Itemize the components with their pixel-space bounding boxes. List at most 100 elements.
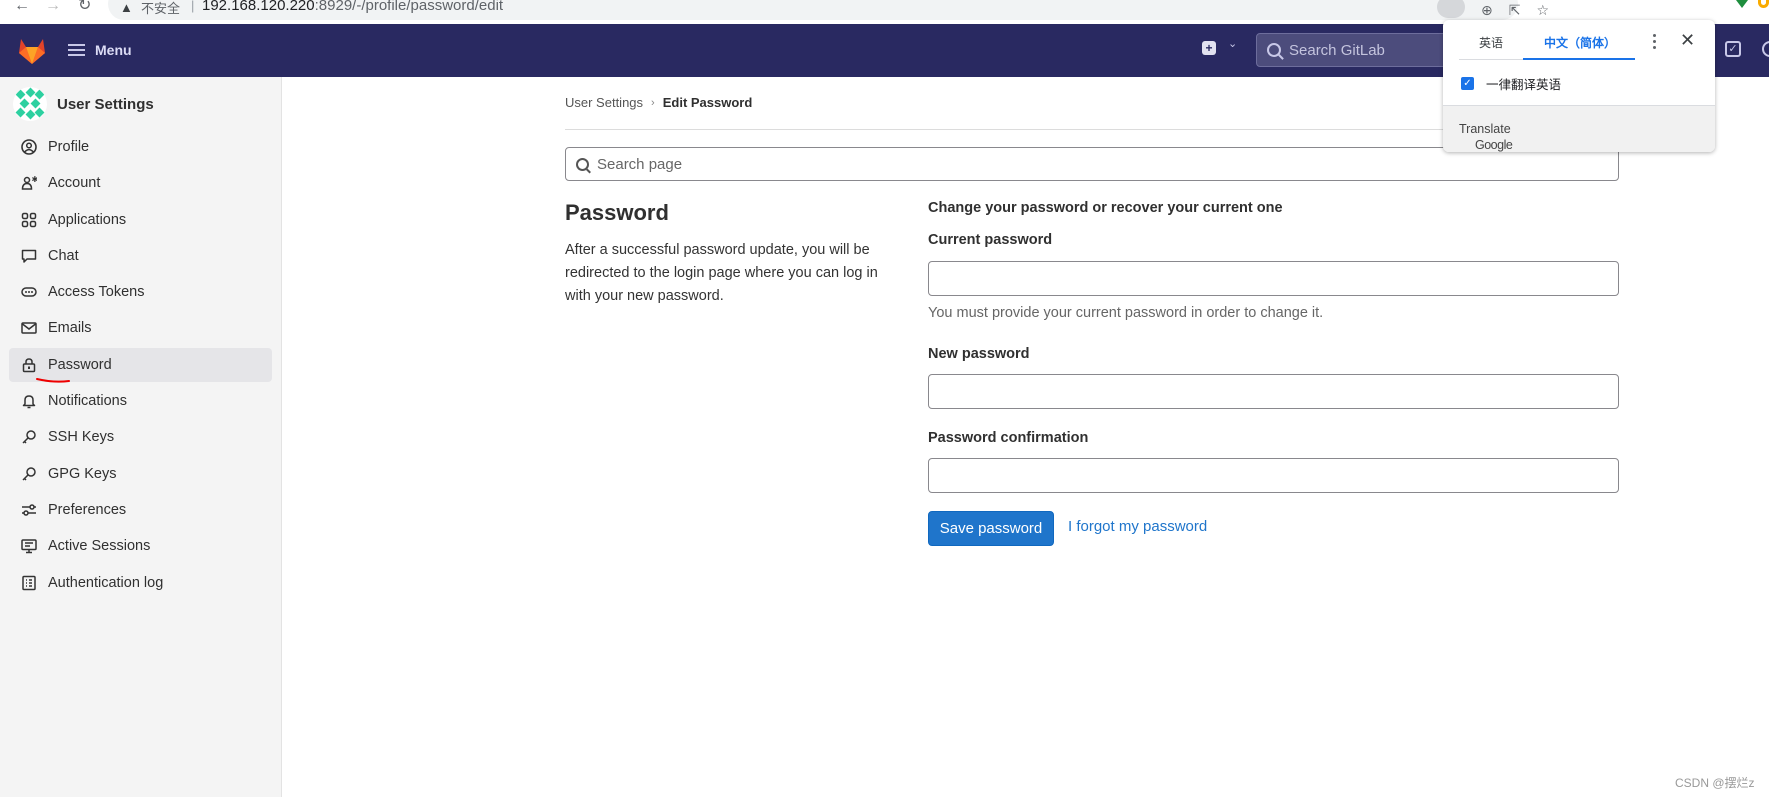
search-page-field[interactable] <box>565 147 1619 181</box>
sidebar-item-label: Emails <box>48 320 92 337</box>
google-wordmark: Google <box>1475 138 1513 152</box>
separator: | <box>191 0 195 13</box>
sidebar-item-label: Active Sessions <box>48 538 151 555</box>
sidebar-header[interactable]: User Settings <box>13 87 154 121</box>
url-text[interactable]: 192.168.120.220:8929/-/profile/password/… <box>202 0 503 14</box>
mail-icon <box>21 320 37 336</box>
search-icon <box>576 157 589 171</box>
new-password-input[interactable] <box>929 375 1618 408</box>
sidebar-item-label: Notifications <box>48 393 127 410</box>
profile-icon <box>21 139 37 155</box>
sidebar-item-active-sessions[interactable]: Active Sessions <box>9 529 272 563</box>
sidebar-item-applications[interactable]: Applications <box>9 203 272 237</box>
security-label[interactable]: 不安全 <box>141 0 180 17</box>
translate-footer: Google Translate <box>1443 105 1715 152</box>
plus-square-icon[interactable]: + <box>1202 41 1216 55</box>
save-password-button[interactable]: Save password <box>928 511 1054 546</box>
active-tab-indicator <box>1523 58 1635 60</box>
sidebar-item-access-tokens[interactable]: Access Tokens <box>9 275 272 309</box>
sidebar-nav: Profile ✱ Account Applications Chat Acce… <box>9 130 272 602</box>
forgot-password-link[interactable]: I forgot my password <box>1068 518 1207 535</box>
sidebar-item-gpg-keys[interactable]: GPG Keys <box>9 457 272 491</box>
chevron-right-icon: › <box>651 96 655 109</box>
omnibox-actions: ⊕ ⇱ ☆ <box>1436 0 1549 20</box>
log-icon <box>21 575 37 591</box>
new-password-label: New password <box>928 346 1030 362</box>
always-translate-checkbox[interactable]: ✓ <box>1461 77 1474 90</box>
warning-icon[interactable]: ▲ <box>120 0 133 15</box>
menu-button[interactable]: Menu <box>68 37 132 63</box>
more-options-icon[interactable] <box>1652 34 1656 52</box>
sidebar-item-label: Authentication log <box>48 574 164 591</box>
sidebar-item-label: GPG Keys <box>48 465 117 482</box>
password-confirmation-label: Password confirmation <box>928 430 1089 446</box>
red-annotation-underline <box>36 378 70 383</box>
todo-icon[interactable]: ✓ <box>1725 41 1741 57</box>
sidebar-item-label: Access Tokens <box>48 284 145 301</box>
menu-label: Menu <box>95 42 132 58</box>
share-icon[interactable]: ⇱ <box>1509 3 1521 17</box>
chevron-down-icon[interactable]: ⌄ <box>1228 37 1237 50</box>
hamburger-icon <box>68 44 85 56</box>
current-password-field[interactable] <box>928 261 1619 296</box>
sidebar-item-label: Applications <box>48 211 127 228</box>
sidebar-item-label: Account <box>48 175 101 192</box>
gitlab-logo-icon[interactable] <box>16 35 48 65</box>
password-confirmation-field[interactable] <box>928 458 1619 493</box>
form-intro: Change your password or recover your cur… <box>928 200 1283 216</box>
settings-sidebar: User Settings Profile ✱ Account Applicat… <box>0 77 282 797</box>
sidebar-item-label: Password <box>48 356 112 373</box>
back-arrow-icon[interactable]: ← <box>14 0 30 14</box>
sidebar-item-label: Profile <box>48 139 90 155</box>
help-icon[interactable] <box>1762 41 1769 57</box>
sidebar-item-account[interactable]: ✱ Account <box>9 166 272 200</box>
password-section-info: Password After a successful password upd… <box>565 200 895 308</box>
monitor-icon <box>21 538 37 554</box>
tab-target-language[interactable]: 中文（简体） <box>1544 34 1616 51</box>
key-icon <box>21 429 37 445</box>
tab-source-language[interactable]: 英语 <box>1479 34 1503 51</box>
lock-icon <box>21 357 37 373</box>
sidebar-item-chat[interactable]: Chat <box>9 239 272 273</box>
breadcrumb-current[interactable]: Edit Password <box>663 95 753 110</box>
sidebar-item-authentication-log[interactable]: Authentication log <box>9 566 272 600</box>
close-icon[interactable]: ✕ <box>1680 30 1695 51</box>
search-page-input[interactable] <box>597 155 1497 173</box>
extension-icon[interactable] <box>1758 0 1769 8</box>
avatar <box>13 87 47 121</box>
always-translate-option[interactable]: ✓ 一律翻译英语 <box>1461 74 1561 93</box>
sidebar-item-label: Preferences <box>48 501 127 518</box>
reload-icon[interactable]: ↻ <box>78 0 91 14</box>
sidebar-item-profile[interactable]: Profile <box>9 130 272 164</box>
breadcrumb: User Settings › Edit Password <box>565 95 752 110</box>
bookmark-star-icon[interactable]: ☆ <box>1536 3 1549 17</box>
zoom-icon[interactable]: ⊕ <box>1481 3 1493 17</box>
current-password-label: Current password <box>928 232 1053 248</box>
gitlab-search-input[interactable]: Search GitLab <box>1256 33 1456 67</box>
sidebar-title: User Settings <box>57 95 154 113</box>
token-icon <box>21 284 37 300</box>
section-title: Password <box>565 200 669 225</box>
forward-arrow-icon[interactable]: → <box>45 0 61 14</box>
sidebar-item-notifications[interactable]: Notifications <box>9 384 272 418</box>
address-bar[interactable]: ▲ 不安全 | 192.168.120.220:8929/-/profile/p… <box>108 0 1518 20</box>
sidebar-item-preferences[interactable]: Preferences <box>9 493 272 527</box>
translate-wordmark: Translate <box>1459 122 1511 136</box>
applications-icon <box>21 212 37 228</box>
password-confirmation-input[interactable] <box>929 459 1618 492</box>
current-password-help: You must provide your current password i… <box>928 305 1324 321</box>
svg-text:✱: ✱ <box>32 175 38 184</box>
sidebar-item-emails[interactable]: Emails <box>9 311 272 345</box>
google-translate-popup: 英语 中文（简体） ✕ ✓ 一律翻译英语 Google Translate <box>1443 20 1715 152</box>
new-password-field[interactable] <box>928 374 1619 409</box>
url-path: :8929/-/profile/password/edit <box>314 0 504 14</box>
current-password-input[interactable] <box>929 262 1618 295</box>
translate-icon[interactable] <box>1436 0 1465 18</box>
sidebar-item-ssh-keys[interactable]: SSH Keys <box>9 420 272 454</box>
search-placeholder: Search GitLab <box>1289 41 1385 59</box>
url-host: 192.168.120.220 <box>202 0 315 14</box>
preferences-icon <box>21 502 37 518</box>
always-translate-label: 一律翻译英语 <box>1486 78 1562 92</box>
breadcrumb-user-settings[interactable]: User Settings <box>565 95 643 110</box>
extension-icon[interactable] <box>1736 0 1748 8</box>
